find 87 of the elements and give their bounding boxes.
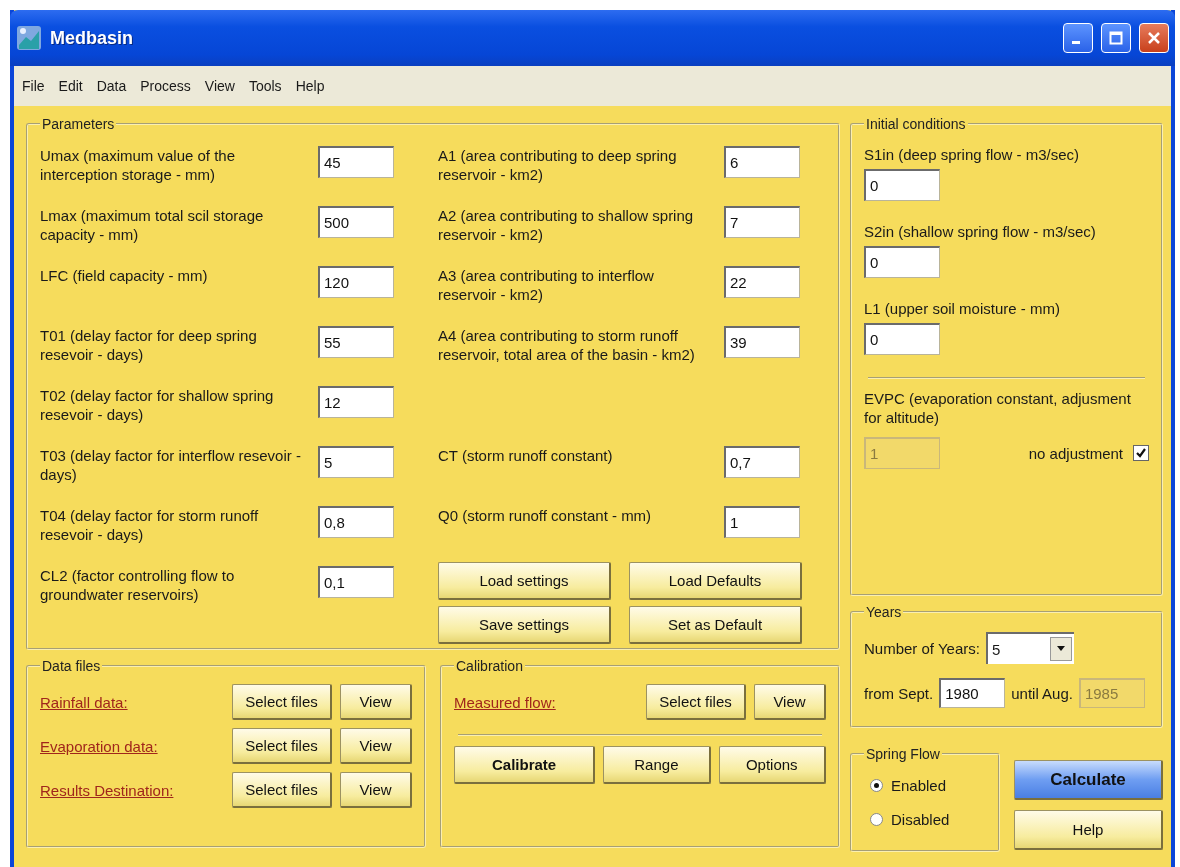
years-dropdown[interactable]: 5 <box>985 632 1074 664</box>
field-label: Q0 (storm runoff constant - mm) <box>438 506 653 526</box>
settings-button[interactable]: Load Defaults <box>629 562 802 600</box>
field-label: A4 (area contributing to storm runoff reservoir, total area of the basin - km2) <box>438 326 696 365</box>
window-title: Medbasin <box>50 27 134 49</box>
number-field[interactable]: 55 <box>318 326 394 358</box>
group-title: Initial conditions <box>865 116 967 132</box>
checkbox-label: no adjustment <box>1028 444 1123 462</box>
number-field[interactable]: 0 <box>864 323 940 355</box>
menu-item[interactable]: Help <box>295 78 325 94</box>
field-label: Number of Years: <box>864 639 980 657</box>
number-field[interactable]: 1980 <box>939 678 1006 708</box>
file-button[interactable]: Select files <box>232 772 332 808</box>
settings-button[interactable]: Save settings <box>438 606 611 644</box>
file-button[interactable]: View <box>754 684 826 720</box>
radio-label: Enabled <box>891 776 947 794</box>
number-field[interactable]: 45 <box>318 146 394 178</box>
field-label: S2in (shallow spring flow - m3/sec) <box>864 223 1097 240</box>
minimize-icon <box>1072 40 1080 44</box>
field-label: T04 (delay factor for storm runoff resevoir - days) <box>40 506 260 545</box>
group-title: Calibration <box>455 658 524 674</box>
number-field[interactable]: 7 <box>724 206 800 238</box>
field-label: Umax (maximum value of the interception storage - mm) <box>40 146 237 185</box>
menu-item[interactable]: View <box>204 78 235 94</box>
number-field[interactable]: 0,1 <box>318 566 394 598</box>
minimize-button[interactable] <box>1063 23 1093 53</box>
help-button[interactable]: Help <box>1014 810 1163 850</box>
group-title: Years <box>865 604 903 620</box>
file-link[interactable]: Results Destination: <box>40 781 224 799</box>
number-field[interactable]: 0 <box>864 169 940 201</box>
field-label: EVPC (evaporation constant, adjusment for altitude) <box>864 390 1131 426</box>
file-button[interactable]: Select files <box>646 684 746 720</box>
field-label: LFC (field capacity - mm) <box>40 266 209 286</box>
group-title: Spring Flow <box>865 746 941 762</box>
calculate-button[interactable]: Calculate <box>1014 760 1163 800</box>
app-icon <box>16 25 42 51</box>
maximize-button[interactable] <box>1101 23 1131 53</box>
close-button[interactable] <box>1139 23 1169 53</box>
field-label: L1 (upper soil moisture - mm) <box>864 300 1061 317</box>
number-field[interactable]: 22 <box>724 266 800 298</box>
field-label: S1in (deep spring flow - m3/sec) <box>864 146 1081 163</box>
number-field[interactable]: 120 <box>318 266 394 298</box>
group-title: Data files <box>41 658 102 674</box>
menu-item[interactable]: File <box>22 78 45 94</box>
settings-button[interactable]: Load settings <box>438 562 611 600</box>
menu-item[interactable]: Edit <box>58 78 83 94</box>
field-label: from Sept. <box>864 684 934 702</box>
number-field[interactable]: 500 <box>318 206 394 238</box>
field-label: T03 (delay factor for interflow resevoir - days) <box>40 446 302 485</box>
settings-button[interactable]: Set as Default <box>629 606 802 644</box>
file-link[interactable]: Evaporation data: <box>40 737 224 755</box>
field-label: CT (storm runoff constant) <box>438 446 614 466</box>
field-label: T02 (delay factor for shallow spring resevoir - days) <box>40 386 275 425</box>
field-label: until Aug. <box>1011 684 1073 702</box>
calibration-button[interactable]: Range <box>603 746 711 784</box>
radio-label: Disabled <box>891 810 950 828</box>
maximize-icon <box>1109 31 1123 45</box>
close-icon <box>1147 31 1161 45</box>
menu-item[interactable]: Process <box>140 78 191 94</box>
file-button[interactable]: View <box>340 728 412 764</box>
number-field[interactable]: 0,7 <box>724 446 800 478</box>
file-button[interactable]: View <box>340 772 412 808</box>
radio-button[interactable] <box>870 812 883 826</box>
group-title: Parameters <box>41 116 116 132</box>
calibration-button[interactable]: Calibrate <box>454 746 596 784</box>
file-button[interactable]: Select files <box>232 728 332 764</box>
field-label: CL2 (factor controlling flow to groundwater reservoirs) <box>40 566 236 605</box>
number-field[interactable]: 5 <box>318 446 394 478</box>
number-field[interactable]: 6 <box>724 146 800 178</box>
field-label: A2 (area contributing to shallow spring reservoir - km2) <box>438 206 695 245</box>
field-label: A3 (area contributing to interflow reservoir - km2) <box>438 266 655 305</box>
file-button[interactable]: Select files <box>232 684 332 720</box>
radio-button[interactable] <box>870 778 883 792</box>
number-field[interactable]: 12 <box>318 386 394 418</box>
field-label: Lmax (maximum total scil storage capacity - mm) <box>40 206 265 245</box>
calibration-button[interactable]: Options <box>718 746 826 784</box>
number-field[interactable]: 0,8 <box>318 506 394 538</box>
file-link[interactable]: Measured flow: <box>454 693 638 711</box>
file-button[interactable]: View <box>340 684 412 720</box>
field-label: T01 (delay factor for deep spring resevoir - days) <box>40 326 258 365</box>
number-field[interactable]: 0 <box>864 246 940 278</box>
number-field[interactable]: 39 <box>724 326 800 358</box>
menu-item[interactable]: Tools <box>248 78 282 94</box>
menu-item[interactable]: Data <box>96 78 127 94</box>
field-label: A1 (area contributing to deep spring reservoir - km2) <box>438 146 678 185</box>
file-link[interactable]: Rainfall data: <box>40 693 224 711</box>
number-field[interactable]: 1 <box>724 506 800 538</box>
